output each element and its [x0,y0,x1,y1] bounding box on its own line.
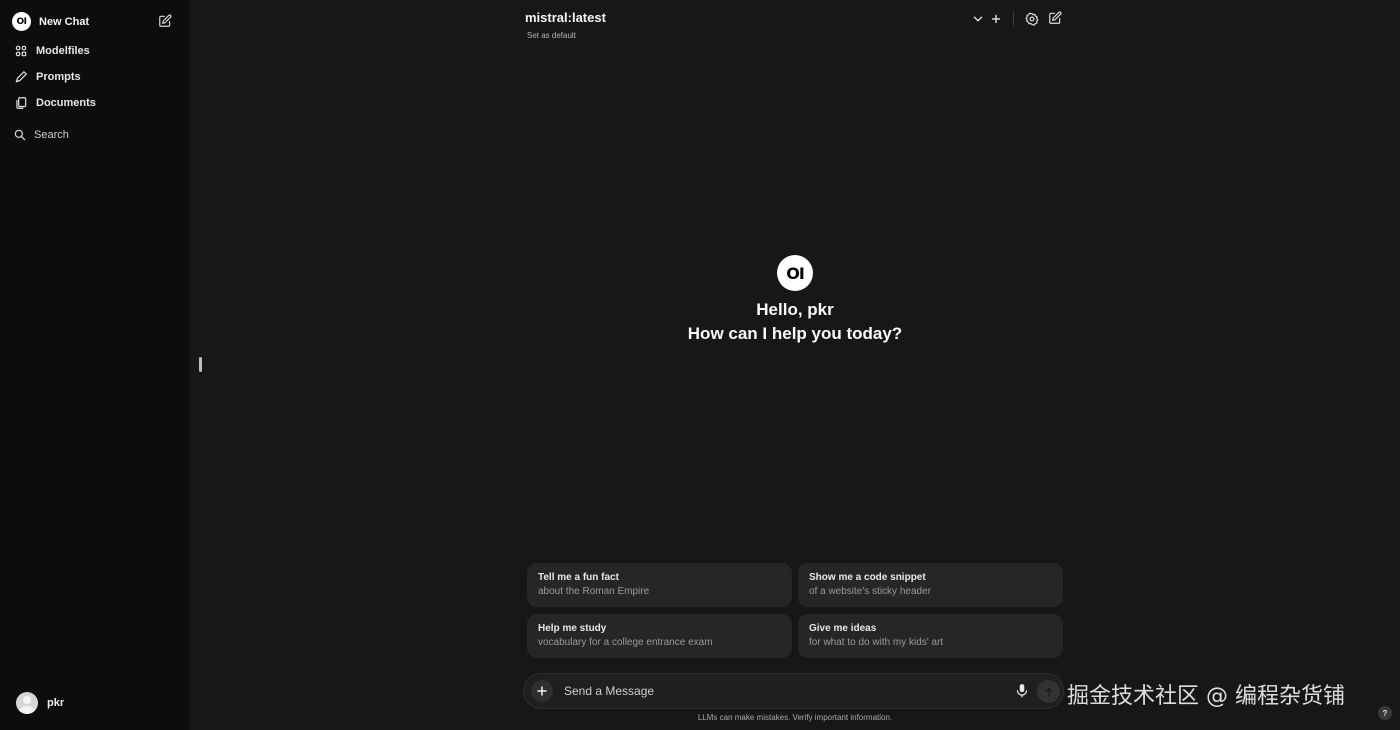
suggestion-card[interactable]: Tell me a fun fact about the Roman Empir… [527,563,792,607]
arrow-up-icon [1044,687,1053,697]
pencil-icon [15,71,27,83]
edit-icon[interactable] [158,14,172,28]
greeting-subtitle: How can I help you today? [687,324,903,343]
app-window: OI New Chat Modelfiles Prompts Documents [0,0,1400,730]
header-divider [1013,11,1014,26]
sidebar: OI New Chat Modelfiles Prompts Documents [0,0,189,730]
search-label: Search [34,129,69,141]
microphone-icon[interactable] [1015,683,1029,699]
help-button[interactable]: ? [1378,706,1392,720]
suggestion-card[interactable]: Help me study vocabulary for a college e… [527,614,792,658]
user-name: pkr [47,697,65,709]
set-as-default-link[interactable]: Set as default [527,31,576,40]
suggestion-title: Show me a code snippet [809,572,926,583]
message-input[interactable] [562,682,1002,700]
suggestion-subtitle: about the Roman Empire [538,586,650,597]
send-button[interactable] [1037,680,1060,703]
suggestion-subtitle: for what to do with my kids' art [809,637,944,648]
sidebar-item-label: Modelfiles [36,45,90,57]
greeting-title: Hello, pkr [756,300,834,319]
sidebar-item-documents[interactable]: Documents [10,92,180,114]
sidebar-item-modelfiles[interactable]: Modelfiles [10,40,180,62]
model-selector[interactable]: mistral:latest [525,10,606,25]
new-chat-button[interactable]: OI New Chat [6,8,178,35]
watermark: 掘金技术社区 @ 编程杂货铺 [1067,684,1345,709]
message-composer [523,673,1064,709]
add-model-icon[interactable] [989,12,1003,26]
suggestion-card[interactable]: Give me ideas for what to do with my kid… [798,614,1063,658]
suggestion-title: Help me study [538,623,607,634]
attach-button[interactable] [531,680,553,702]
new-chat-label: New Chat [39,15,90,28]
grid-icon [15,45,27,57]
plus-icon [537,686,547,696]
avatar [16,692,38,714]
sidebar-item-label: Documents [36,97,96,109]
sidebar-search[interactable]: Search [10,124,180,146]
suggestion-title: Give me ideas [809,623,877,634]
search-icon [14,129,26,141]
suggestion-card[interactable]: Show me a code snippet of a website's st… [798,563,1063,607]
new-chat-icon[interactable] [1048,11,1062,25]
suggestion-title: Tell me a fun fact [538,572,619,583]
documents-icon [16,97,27,109]
disclaimer-text: LLMs can make mistakes. Verify important… [697,713,893,722]
gear-icon[interactable] [1025,12,1039,26]
suggestion-subtitle: vocabulary for a college entrance exam [538,637,713,648]
app-logo: OI [12,12,31,31]
user-menu[interactable]: pkr [16,692,64,714]
sidebar-resize-handle[interactable] [199,357,202,372]
chevron-down-icon[interactable] [971,12,985,26]
sidebar-item-label: Prompts [36,71,81,83]
center-logo: OI [777,255,813,291]
suggestion-subtitle: of a website's sticky header [809,586,931,597]
sidebar-item-prompts[interactable]: Prompts [10,66,180,88]
